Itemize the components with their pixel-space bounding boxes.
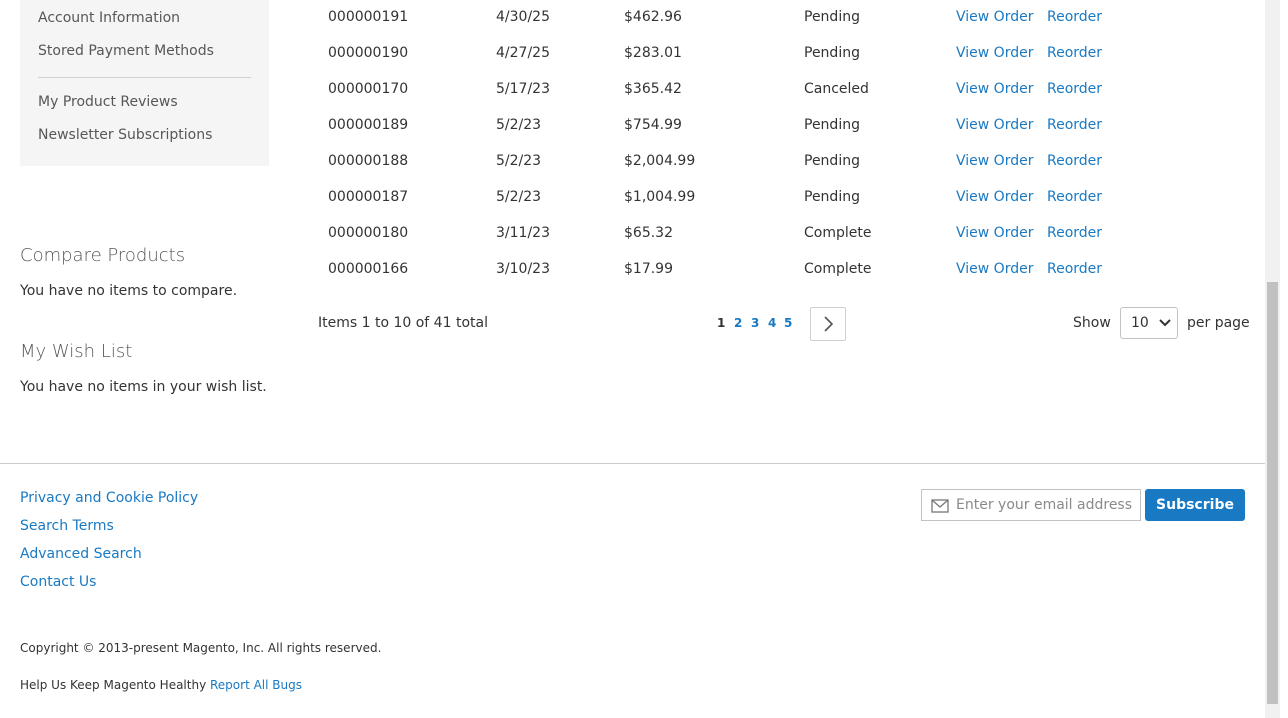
footer-link-privacy[interactable]: Privacy and Cookie Policy [20,490,198,506]
report-bugs-text: Help Us Keep Magento Healthy [20,678,207,692]
footer-link-search-terms[interactable]: Search Terms [20,518,114,534]
order-date: 4/30/25 [496,9,550,25]
order-status: Pending [804,9,860,25]
newsletter-email-input[interactable] [956,490,1136,520]
account-nav: Account Information Stored Payment Metho… [20,0,269,166]
wishlist-empty-text: You have no items in your wish list. [20,379,267,395]
view-order-link[interactable]: View Order [956,153,1033,169]
view-order-link[interactable]: View Order [956,225,1033,241]
page-scrollbar[interactable] [1265,0,1280,718]
table-row: 000000191 4/30/25 $462.96 Pending View O… [318,0,1245,36]
order-status: Pending [804,45,860,61]
reorder-link[interactable]: Reorder [1047,9,1102,25]
order-number: 000000166 [328,261,409,277]
order-number: 000000180 [328,225,409,241]
order-total: $754.99 [624,117,682,133]
order-status: Pending [804,153,860,169]
show-label: Show [1073,315,1111,331]
order-total: $1,004.99 [624,189,696,205]
order-date: 3/10/23 [496,261,550,277]
order-total: $65.32 [624,225,673,241]
order-number: 000000189 [328,117,409,133]
wishlist-title: My Wish List [20,341,133,362]
order-status: Complete [804,261,872,277]
page-3-link[interactable]: 3 [751,316,759,330]
footer-link-contact-us[interactable]: Contact Us [20,574,96,590]
order-total: $462.96 [624,9,682,25]
chevron-right-icon [824,316,834,332]
subscribe-button[interactable]: Subscribe [1145,489,1245,521]
page-2-link[interactable]: 2 [734,316,742,330]
reorder-link[interactable]: Reorder [1047,81,1102,97]
view-order-link[interactable]: View Order [956,117,1033,133]
limiter-select[interactable]: 10 [1120,307,1178,339]
order-number: 000000191 [328,9,409,25]
report-bugs-link[interactable]: Report All Bugs [210,678,302,692]
order-total: $283.01 [624,45,682,61]
reorder-link[interactable]: Reorder [1047,261,1102,277]
page-5-link[interactable]: 5 [784,316,792,330]
order-date: 5/2/23 [496,189,542,205]
order-date: 5/17/23 [496,81,550,97]
order-date: 5/2/23 [496,117,542,133]
table-row: 000000170 5/17/23 $365.42 Canceled View … [318,72,1245,108]
order-number: 000000187 [328,189,409,205]
order-status: Complete [804,225,872,241]
page-edge [1280,0,1288,718]
view-order-link[interactable]: View Order [956,45,1033,61]
reorder-link[interactable]: Reorder [1047,153,1102,169]
nav-item-account-information[interactable]: Account Information [38,10,180,26]
copyright-text: Copyright © 2013-present Magento, Inc. A… [20,641,382,655]
view-order-link[interactable]: View Order [956,261,1033,277]
order-date: 5/2/23 [496,153,542,169]
order-number: 000000188 [328,153,409,169]
nav-item-stored-payment-methods[interactable]: Stored Payment Methods [38,43,214,59]
view-order-link[interactable]: View Order [956,189,1033,205]
reorder-link[interactable]: Reorder [1047,45,1102,61]
reorder-link[interactable]: Reorder [1047,225,1102,241]
compare-products-title: Compare Products [20,245,186,266]
table-row: 000000187 5/2/23 $1,004.99 Pending View … [318,180,1245,216]
compare-empty-text: You have no items to compare. [20,283,238,299]
table-row: 000000180 3/11/23 $65.32 Complete View O… [318,216,1245,252]
view-order-link[interactable]: View Order [956,9,1033,25]
order-total: $365.42 [624,81,682,97]
order-total: $17.99 [624,261,673,277]
order-date: 4/27/25 [496,45,550,61]
report-bugs-line: Help Us Keep Magento Healthy Report All … [20,678,302,692]
table-row: 000000188 5/2/23 $2,004.99 Pending View … [318,144,1245,180]
scrollbar-thumb[interactable] [1267,282,1278,704]
items-count: Items 1 to 10 of 41 total [318,315,488,331]
footer-divider [0,463,1265,464]
page-4-link[interactable]: 4 [768,316,776,330]
nav-item-newsletter-subscriptions[interactable]: Newsletter Subscriptions [38,127,212,143]
nav-divider [38,77,251,78]
next-page-button[interactable] [810,307,846,341]
view-order-link[interactable]: View Order [956,81,1033,97]
per-page-label: per page [1187,315,1250,331]
footer-link-advanced-search[interactable]: Advanced Search [20,546,142,562]
envelope-icon [931,499,949,513]
table-row: 000000190 4/27/25 $283.01 Pending View O… [318,36,1245,72]
limiter-value: 10 [1131,315,1149,331]
table-row: 000000166 3/10/23 $17.99 Complete View O… [318,252,1245,288]
newsletter-email-field[interactable] [921,489,1141,521]
order-status: Canceled [804,81,869,97]
order-status: Pending [804,189,860,205]
reorder-link[interactable]: Reorder [1047,117,1102,133]
order-number: 000000190 [328,45,409,61]
page-1-current: 1 [717,316,726,330]
reorder-link[interactable]: Reorder [1047,189,1102,205]
chevron-down-icon [1159,319,1171,327]
nav-item-my-product-reviews[interactable]: My Product Reviews [38,94,178,110]
order-total: $2,004.99 [624,153,696,169]
table-row: 000000189 5/2/23 $754.99 Pending View Or… [318,108,1245,144]
order-date: 3/11/23 [496,225,550,241]
order-status: Pending [804,117,860,133]
order-number: 000000170 [328,81,409,97]
